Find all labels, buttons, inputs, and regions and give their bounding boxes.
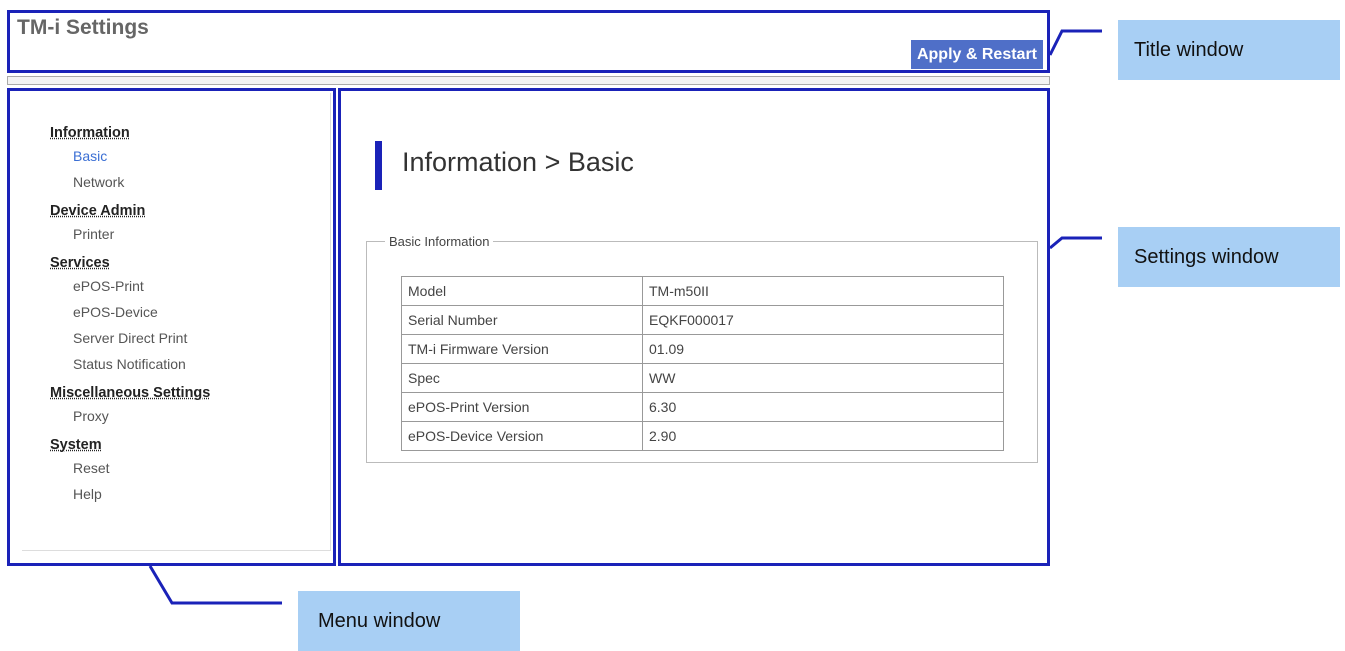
table-row: ePOS-Device Version 2.90 bbox=[401, 421, 1004, 451]
basic-information-group: Basic Information Model TM-m50II Serial … bbox=[366, 234, 1038, 463]
menu-heading-information: Information bbox=[50, 125, 130, 141]
table-row: ePOS-Print Version 6.30 bbox=[401, 392, 1004, 422]
page-title: Information > Basic bbox=[402, 147, 634, 177]
title-window: TM-i Settings Apply & Restart bbox=[7, 10, 1050, 73]
menu-leader-line bbox=[148, 565, 282, 605]
settings-window: Information > Basic Basic Information Mo… bbox=[338, 88, 1050, 566]
table-row: Serial Number EQKF000017 bbox=[401, 305, 1004, 335]
title-leader-line bbox=[1048, 29, 1102, 56]
row-label: Model bbox=[401, 276, 643, 306]
menu-item-proxy[interactable]: Proxy bbox=[50, 403, 210, 429]
menu-item-help[interactable]: Help bbox=[50, 481, 210, 507]
row-value: 6.30 bbox=[642, 392, 1004, 422]
menu-item-epos-print[interactable]: ePOS-Print bbox=[50, 273, 210, 299]
row-label: Serial Number bbox=[401, 305, 643, 335]
menu-heading-services: Services bbox=[50, 255, 110, 271]
page-title-accent-bar bbox=[375, 141, 382, 190]
menu-item-server-direct-print[interactable]: Server Direct Print bbox=[50, 325, 210, 351]
menu-list: Information Basic Network Device Admin P… bbox=[50, 123, 210, 507]
basic-information-legend: Basic Information bbox=[389, 234, 490, 249]
row-value: 01.09 bbox=[642, 334, 1004, 364]
table-row: Model TM-m50II bbox=[401, 276, 1004, 306]
row-label: ePOS-Print Version bbox=[401, 392, 643, 422]
row-value: WW bbox=[642, 363, 1004, 393]
basic-information-table: Model TM-m50II Serial Number EQKF000017 … bbox=[401, 276, 1004, 451]
menu-heading-misc-settings: Miscellaneous Settings bbox=[50, 385, 211, 401]
table-row: Spec WW bbox=[401, 363, 1004, 393]
menu-window: Information Basic Network Device Admin P… bbox=[7, 88, 336, 566]
settings-leader-line bbox=[1049, 236, 1102, 250]
menu-item-basic[interactable]: Basic bbox=[50, 143, 210, 169]
menu-item-status-notification[interactable]: Status Notification bbox=[50, 351, 210, 377]
menu-item-printer[interactable]: Printer bbox=[50, 221, 210, 247]
callout-menu-window: Menu window bbox=[298, 591, 520, 651]
row-value: 2.90 bbox=[642, 421, 1004, 451]
menu-item-reset[interactable]: Reset bbox=[50, 455, 210, 481]
row-label: Spec bbox=[401, 363, 643, 393]
menu-panel: Information Basic Network Device Admin P… bbox=[22, 93, 331, 551]
app-title: TM-i Settings bbox=[17, 16, 149, 39]
callout-title-window: Title window bbox=[1118, 20, 1340, 80]
row-label: TM-i Firmware Version bbox=[401, 334, 643, 364]
row-label: ePOS-Device Version bbox=[401, 421, 643, 451]
row-value: TM-m50II bbox=[642, 276, 1004, 306]
table-row: TM-i Firmware Version 01.09 bbox=[401, 334, 1004, 364]
menu-heading-device-admin: Device Admin bbox=[50, 203, 146, 219]
apply-restart-button[interactable]: Apply & Restart bbox=[910, 40, 1043, 69]
title-separator bbox=[7, 76, 1050, 85]
menu-item-network[interactable]: Network bbox=[50, 169, 210, 195]
menu-item-epos-device[interactable]: ePOS-Device bbox=[50, 299, 210, 325]
callout-settings-window: Settings window bbox=[1118, 227, 1340, 287]
menu-heading-system: System bbox=[50, 437, 102, 453]
row-value: EQKF000017 bbox=[642, 305, 1004, 335]
